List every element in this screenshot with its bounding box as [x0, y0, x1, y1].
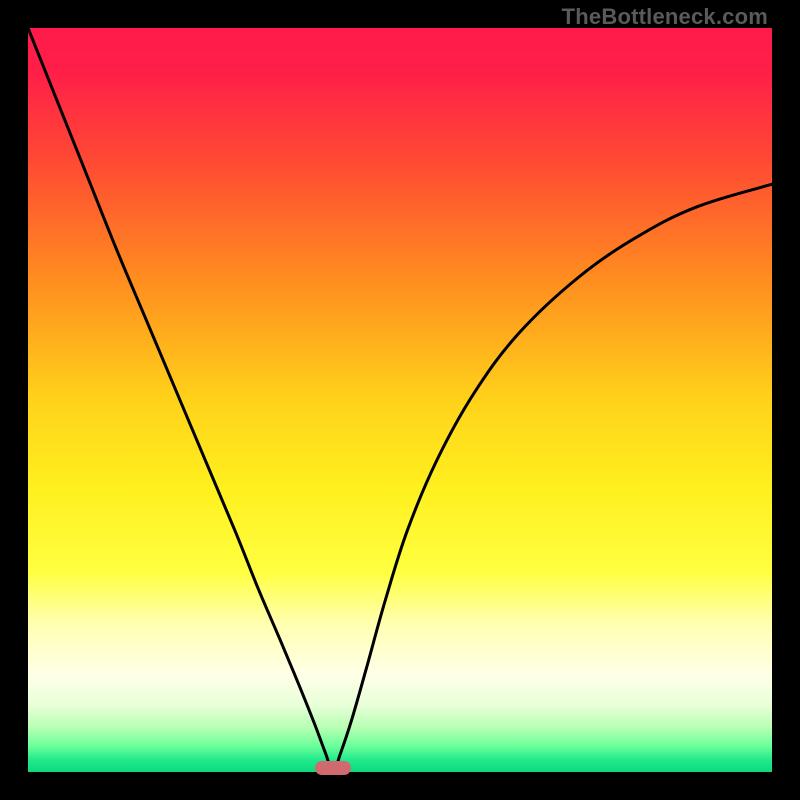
watermark-text: TheBottleneck.com [562, 4, 768, 30]
optimum-marker [315, 761, 351, 775]
bottleneck-curve [28, 28, 772, 772]
plot-area [28, 28, 772, 772]
chart-frame [28, 28, 772, 772]
